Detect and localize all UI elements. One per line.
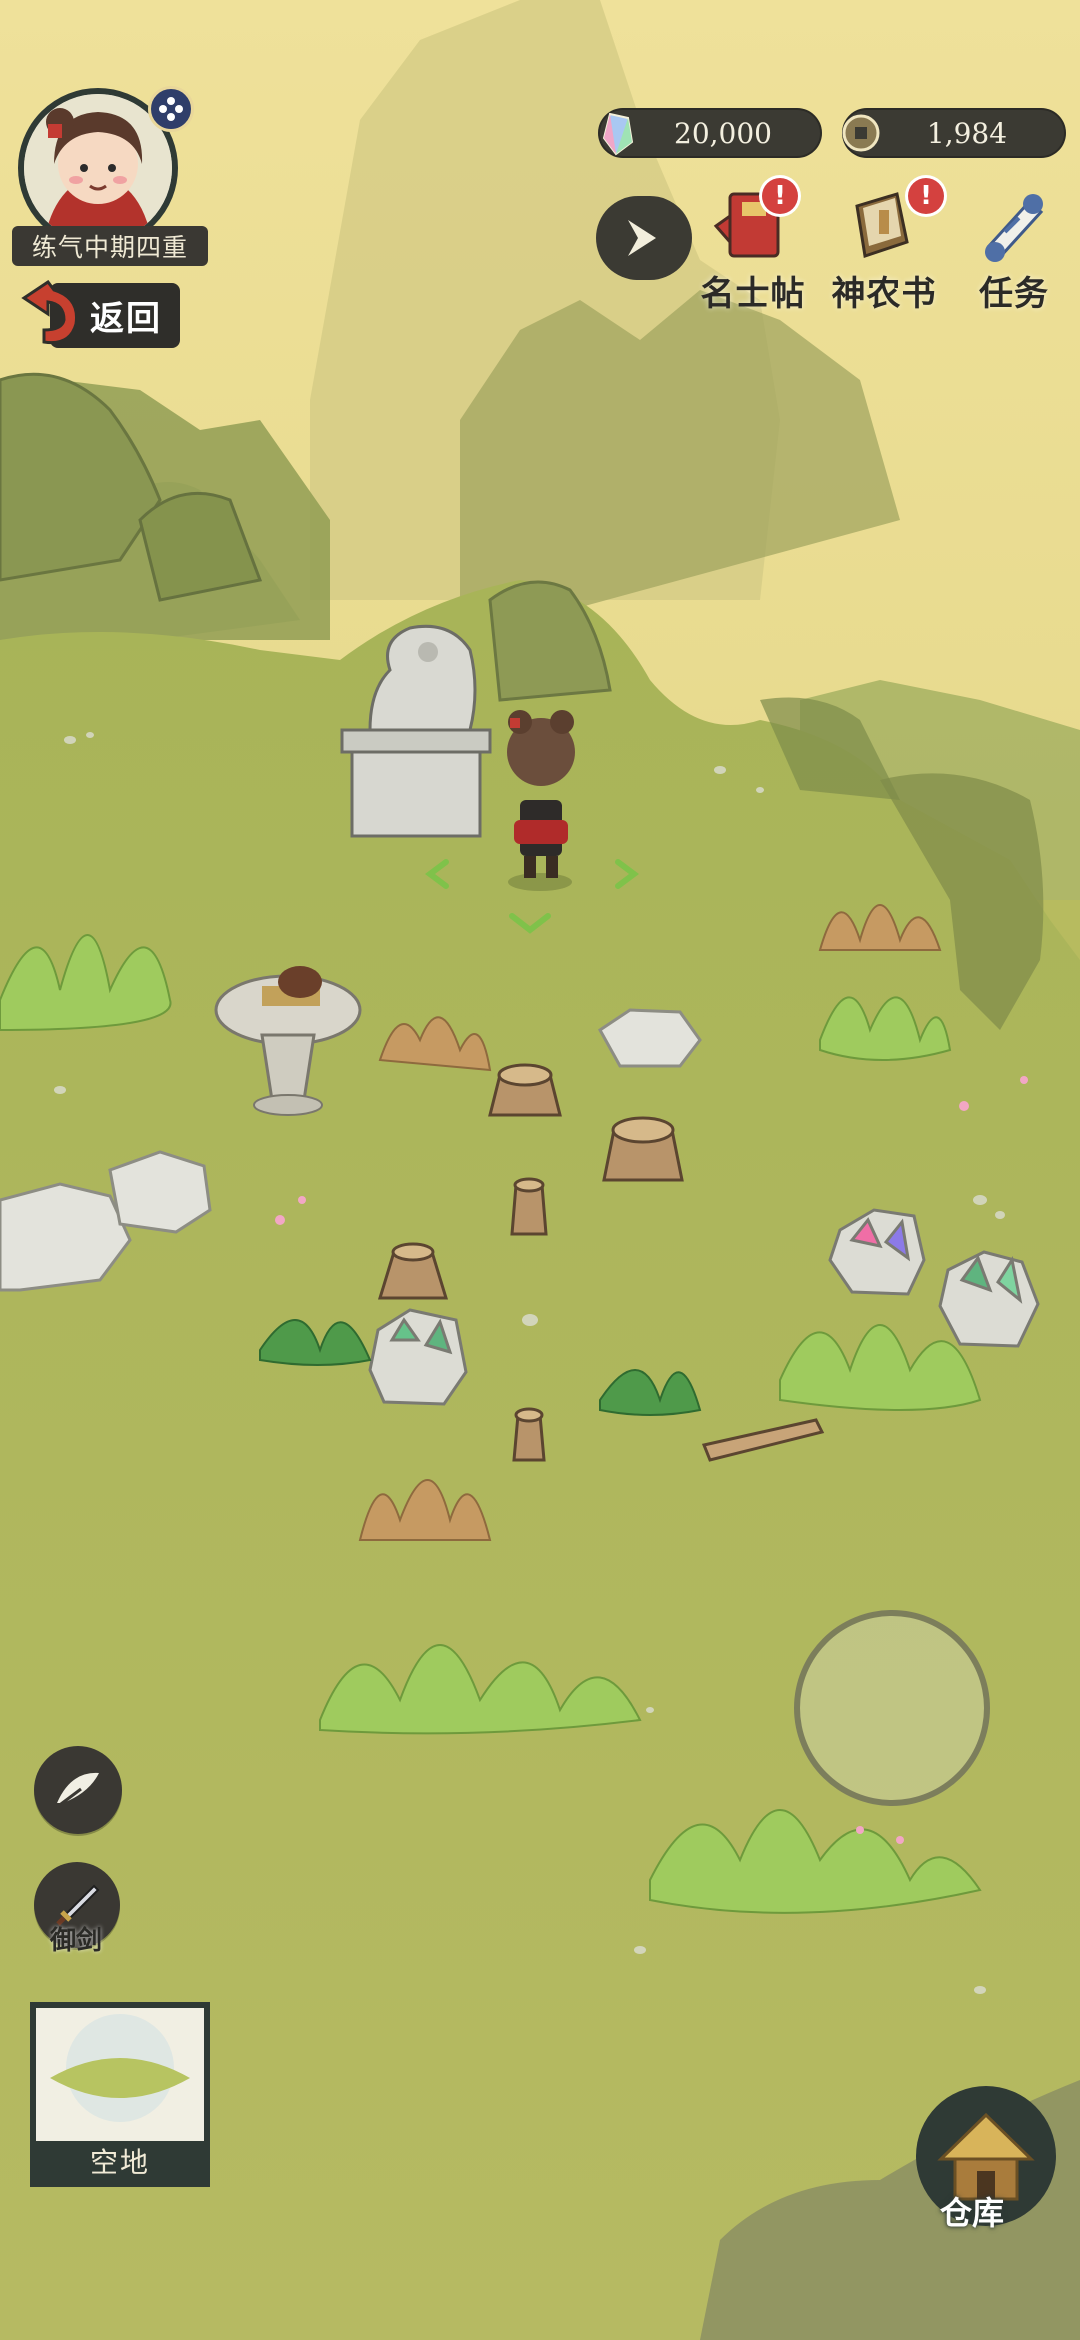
tree-stump xyxy=(488,1063,562,1117)
tree-stump xyxy=(602,1116,684,1182)
quest-button[interactable]: 任务 xyxy=(964,186,1064,315)
rock xyxy=(598,1008,702,1068)
cultivation-rank: 练气中期四重 xyxy=(12,226,208,266)
warehouse-label: 仓库 xyxy=(940,2194,1005,2232)
notification-badge: ! xyxy=(762,178,798,214)
expand-menu-button[interactable] xyxy=(596,196,692,280)
shennong-book-label: 神农书 xyxy=(831,274,937,314)
tree-stump xyxy=(512,1407,546,1462)
spirit-ore xyxy=(938,1250,1040,1348)
spirit-stone-counter[interactable]: 20,000 xyxy=(598,108,822,158)
fly-sword-label: 御剑 xyxy=(50,1926,103,1956)
shennong-book-button[interactable]: 神农书 ! xyxy=(826,178,944,315)
copper-coin-counter[interactable]: 1,984 xyxy=(842,108,1066,158)
spirit-stone-amount: 20,000 xyxy=(674,116,772,150)
expand-arrow-icon xyxy=(628,220,656,256)
cloud-skill-button[interactable] xyxy=(34,1746,122,1834)
copper-coin-amount: 1,984 xyxy=(926,116,1008,150)
quest-label: 任务 xyxy=(979,274,1049,314)
game-scene[interactable] xyxy=(0,0,1080,2340)
scroll-icon xyxy=(985,194,1044,262)
famous-scholar-post-button[interactable]: 名士帖 ! xyxy=(698,178,808,315)
back-button[interactable]: 返回 xyxy=(14,280,180,350)
back-arrow-icon xyxy=(21,280,79,345)
crystal-icon xyxy=(602,112,634,156)
empty-plot-icon xyxy=(50,2014,190,2122)
settings-orb-icon[interactable] xyxy=(148,86,194,132)
tree-stump xyxy=(510,1177,548,1236)
coin-icon xyxy=(842,114,880,152)
virtual-joystick[interactable] xyxy=(794,1610,990,1806)
famous-scholar-post-label: 名士帖 xyxy=(700,274,806,314)
selected-tile-label: 空地 xyxy=(36,2141,204,2181)
feather-icon xyxy=(56,1772,99,1809)
notification-badge: ! xyxy=(908,178,944,214)
selected-tile-card[interactable]: 空地 xyxy=(30,2002,210,2187)
rock xyxy=(108,1150,212,1234)
